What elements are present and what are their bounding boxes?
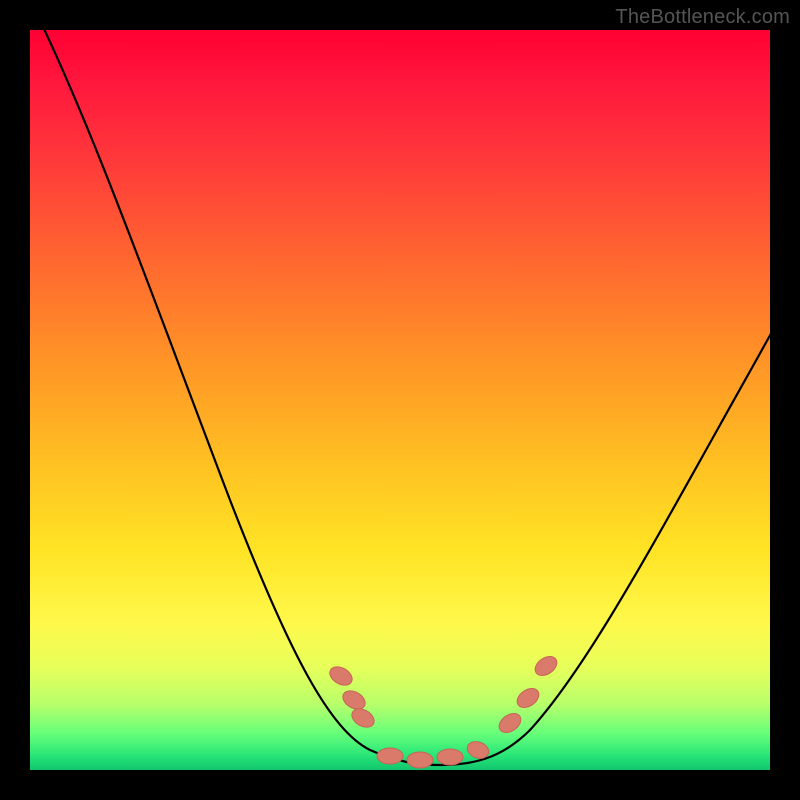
plot-area bbox=[30, 30, 770, 770]
bottleneck-curve bbox=[30, 0, 795, 765]
marker-5 bbox=[437, 749, 463, 765]
watermark-text: TheBottleneck.com bbox=[615, 6, 790, 29]
marker-4 bbox=[407, 752, 433, 768]
marker-2 bbox=[349, 705, 378, 731]
marker-7 bbox=[496, 710, 525, 737]
marker-3 bbox=[377, 748, 403, 764]
marker-0 bbox=[327, 663, 356, 689]
markers-group bbox=[327, 653, 561, 768]
marker-1 bbox=[340, 687, 369, 713]
chart-frame: TheBottleneck.com bbox=[0, 0, 800, 800]
marker-8 bbox=[514, 685, 543, 712]
marker-9 bbox=[532, 653, 561, 680]
curve-svg bbox=[30, 30, 770, 770]
